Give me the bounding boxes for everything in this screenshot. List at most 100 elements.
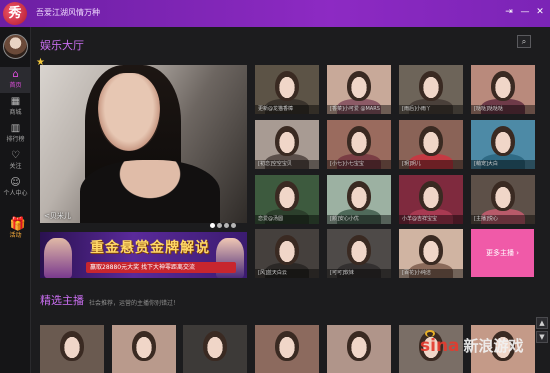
anchor-thumbnail[interactable]: 更新@龙猫香樟: [255, 65, 319, 114]
featured-anchors-note: 社会推荐，运营的主播你别错过！: [89, 300, 180, 307]
more-anchors-button[interactable]: 更多主播 ›: [471, 229, 534, 277]
anchor-thumbnail[interactable]: [雨后]小雨丫: [399, 65, 463, 114]
anchor-photo-face: [275, 71, 299, 101]
close-button[interactable]: ✕: [533, 5, 547, 19]
page-title: 娱乐大厅: [40, 39, 84, 52]
carousel-dot[interactable]: [224, 223, 229, 228]
scroll-up-button[interactable]: ▲: [536, 317, 548, 329]
watermark-text: 新浪游戏: [463, 337, 524, 355]
anchor-photo-face: [419, 181, 443, 211]
app-logo-icon[interactable]: 秀: [3, 2, 27, 25]
anchor-thumbnail[interactable]: [百花]小纯洁: [399, 229, 463, 278]
anchor-thumbnail[interactable]: [小七]小七宝宝: [327, 120, 391, 169]
sidebar-item-label: 首页: [9, 82, 22, 89]
user-avatar[interactable]: [3, 34, 28, 59]
watermark: sina 新浪游戏: [420, 335, 524, 356]
anchor-photo-face: [347, 331, 371, 361]
anchor-thumbnail[interactable]: [风]蓝天白云: [255, 229, 319, 278]
featured-anchor-thumbnail[interactable]: [112, 325, 176, 373]
sidebar-item-label: 活动: [9, 232, 22, 239]
minimize-button[interactable]: —: [518, 5, 532, 19]
sidebar-item-events[interactable]: 🎁 活动: [0, 217, 31, 243]
sidebar-item-label: 个人中心: [3, 190, 28, 197]
anchor-photo-face: [132, 331, 156, 361]
anchor-photo-face: [275, 181, 299, 211]
anchor-thumbnail[interactable]: 小羊@吉祥宝宝: [399, 175, 463, 224]
app-window: 秀 吾爱江湖 风情万种 ⇥ — ✕ ⌂ 首页 ▦ 商城 ▥ 排行榜 ♡ 关注 ☺…: [0, 0, 550, 373]
home-icon: ⌂: [12, 69, 19, 80]
featured-anchor-thumbnail[interactable]: [183, 325, 247, 373]
anchor-name: [初恋]空空宝贝: [255, 160, 319, 169]
anchor-thumbnail[interactable]: 恋爱@汤圆: [255, 175, 319, 224]
anchor-name: [雨后]小雨丫: [399, 105, 463, 114]
carousel-dot[interactable]: [231, 223, 236, 228]
anchor-photo-face: [275, 126, 299, 156]
titlebar-link-2[interactable]: 风情万种: [68, 7, 100, 18]
anchor-name: [萌宠]大白: [471, 160, 535, 169]
anchor-name: 更新@龙猫香樟: [255, 105, 319, 114]
user-icon: ☺: [10, 177, 21, 188]
hero-caption[interactable]: <贝米儿: [44, 211, 71, 221]
hero-carousel[interactable]: [40, 65, 247, 223]
sidebar-item-store[interactable]: ▦ 商城: [0, 94, 31, 120]
carousel-dot[interactable]: [217, 223, 222, 228]
anchor-name: [风]蓝天白云: [255, 269, 319, 278]
anchor-photo-face: [347, 181, 371, 211]
anchor-photo-face: [347, 126, 371, 156]
sidebar-item-label: 商城: [9, 109, 22, 116]
anchor-name: 恋爱@汤圆: [255, 215, 319, 224]
sidebar-item-profile[interactable]: ☺ 个人中心: [0, 175, 31, 201]
hero-image-body: [80, 160, 220, 223]
anchor-thumbnail[interactable]: [哒哒]哒哒哒: [471, 65, 535, 114]
sidebar-item-label: 关注: [9, 163, 22, 170]
promo-banner[interactable]: 重金悬赏金牌解说 赢取28880元大奖 找下大神零距离交流: [40, 232, 247, 278]
anchor-photo-face: [491, 126, 515, 156]
anchor-photo-face: [60, 331, 84, 361]
search-icon[interactable]: ⌕: [517, 35, 531, 48]
anchor-name: [可可]软妹: [327, 269, 391, 278]
sidebar-item-follow[interactable]: ♡ 关注: [0, 148, 31, 174]
titlebar-link-1[interactable]: 吾爱江湖: [36, 7, 68, 18]
anchor-name: [哒哒]哒哒哒: [471, 105, 535, 114]
scroll-down-button[interactable]: ▼: [536, 331, 548, 343]
banner-title: 重金悬赏金牌解说: [90, 240, 210, 256]
anchor-photo-face: [275, 331, 299, 361]
carousel-dot[interactable]: [210, 223, 215, 228]
anchor-thumbnail[interactable]: [萌宠]大白: [471, 120, 535, 169]
sidebar-item-label: 排行榜: [6, 136, 25, 143]
ranking-icon: ▥: [10, 123, 21, 134]
store-icon: ▦: [10, 96, 21, 107]
anchor-thumbnail[interactable]: [玥]玥儿: [399, 120, 463, 169]
sidebar: ⌂ 首页 ▦ 商城 ▥ 排行榜 ♡ 关注 ☺ 个人中心 🎁 活动: [0, 27, 31, 373]
anchor-name: [百花]小纯洁: [399, 269, 463, 278]
anchor-photo-face: [419, 71, 443, 101]
anchor-name: [玥]玥儿: [399, 160, 463, 169]
banner-subtitle: 赢取28880元大奖 找下大神零距离交流: [86, 262, 236, 273]
hero-image-face: [98, 73, 160, 151]
anchor-photo-face: [275, 235, 299, 265]
anchor-photo-face: [347, 235, 371, 265]
anchor-photo-face: [347, 71, 371, 101]
carousel-dots[interactable]: [210, 213, 238, 232]
anchor-name: [小七]小七宝宝: [327, 160, 391, 169]
heart-icon: ♡: [11, 150, 20, 161]
featured-anchor-thumbnail[interactable]: [327, 325, 391, 373]
anchor-thumbnail[interactable]: [初恋]空空宝贝: [255, 120, 319, 169]
sidebar-item-ranking[interactable]: ▥ 排行榜: [0, 121, 31, 147]
sidebar-item-home[interactable]: ⌂ 首页: [0, 67, 31, 93]
anchor-thumbnail[interactable]: [可可]软妹: [327, 229, 391, 278]
anchor-name: [颜]安心小优: [327, 215, 391, 224]
anchor-thumbnail[interactable]: [主播]悦心: [471, 175, 535, 224]
anchor-photo-face: [419, 126, 443, 156]
featured-anchor-thumbnail[interactable]: [40, 325, 104, 373]
anchor-photo-face: [491, 71, 515, 101]
anchor-name: [香菜]小可爱 @MARS: [327, 105, 391, 114]
featured-anchor-thumbnail[interactable]: [255, 325, 319, 373]
title-bar: 秀 吾爱江湖 风情万种 ⇥ — ✕: [0, 0, 550, 27]
anchor-name: [主播]悦心: [471, 215, 535, 224]
watermark-sina: sina: [420, 336, 460, 356]
anchor-thumbnail[interactable]: [香菜]小可爱 @MARS: [327, 65, 391, 114]
anchor-photo-face: [491, 181, 515, 211]
pin-icon[interactable]: ⇥: [502, 5, 516, 19]
anchor-thumbnail[interactable]: [颜]安心小优: [327, 175, 391, 224]
